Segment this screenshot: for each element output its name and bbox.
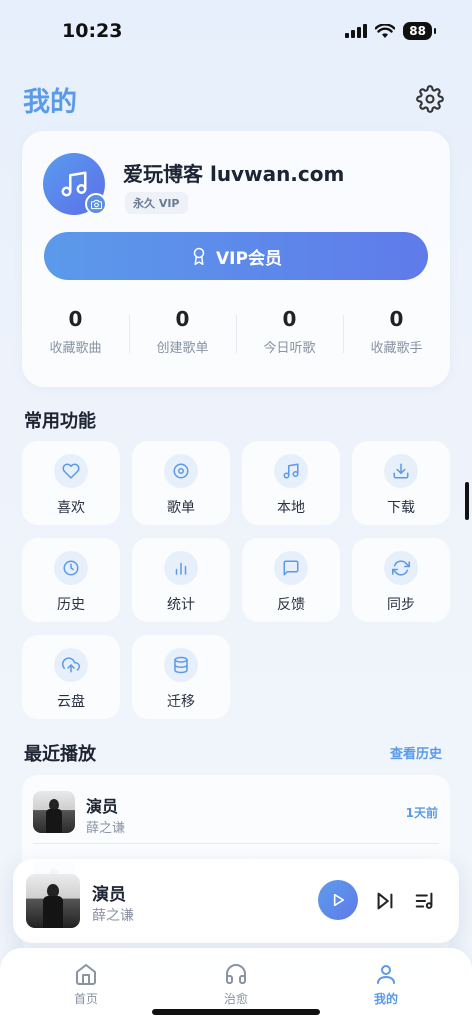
status-time: 10:23 (62, 20, 123, 42)
vip-status-badge: 永久 VIP (125, 192, 188, 214)
user-icon (377, 965, 395, 984)
function-local[interactable]: 本地 (242, 441, 340, 525)
tab-label: 治愈 (223, 992, 248, 1006)
headphones-icon (226, 964, 246, 984)
function-label: 歌单 (167, 500, 195, 516)
award-icon (193, 247, 205, 265)
function-migrate[interactable]: 迁移 (132, 635, 230, 719)
stat-label: 创建歌单 (156, 341, 209, 356)
profile-card: 爱玩博客 luvwan.com 永久 VIP VIP会员 0 收藏歌曲 0 创建… (22, 131, 450, 387)
battery-indicator: 88 (403, 22, 436, 40)
scroll-indicator[interactable] (465, 482, 469, 520)
sync-icon (384, 551, 418, 585)
mini-player[interactable]: 演员 薛之谦 (13, 859, 459, 943)
cloud-upload-icon (54, 648, 88, 682)
music-note-icon (61, 171, 87, 197)
song-title: 演员 (86, 797, 119, 816)
stats-row: 0 收藏歌曲 0 创建歌单 0 今日听歌 0 收藏歌手 (22, 307, 450, 367)
tab-mine[interactable]: 我的 (346, 962, 426, 1007)
functions-section-title: 常用功能 (24, 411, 96, 432)
cellular-signal-icon (345, 24, 368, 38)
function-label: 下载 (387, 500, 415, 516)
stat-label: 收藏歌手 (370, 341, 423, 356)
stat-favorite-artists[interactable]: 0 收藏歌手 (343, 307, 450, 367)
album-cover (33, 791, 75, 833)
username: 爱玩博客 luvwan.com (123, 162, 345, 186)
view-history-link[interactable]: 查看历史 (390, 743, 442, 762)
function-download[interactable]: 下载 (352, 441, 450, 525)
status-icons: 88 (345, 22, 436, 40)
function-label: 历史 (57, 597, 85, 613)
divider (33, 843, 439, 844)
tab-home[interactable]: 首页 (46, 962, 126, 1007)
home-indicator[interactable] (152, 1009, 320, 1015)
function-stats[interactable]: 统计 (132, 538, 230, 622)
page-title: 我的 (23, 87, 77, 118)
message-icon (274, 551, 308, 585)
heart-icon (54, 454, 88, 488)
function-cloud[interactable]: 云盘 (22, 635, 120, 719)
function-feedback[interactable]: 反馈 (242, 538, 340, 622)
database-icon (164, 648, 198, 682)
play-icon (333, 893, 345, 907)
play-button[interactable] (318, 880, 358, 920)
stat-value: 0 (68, 307, 83, 331)
vip-button-label: VIP会员 (216, 248, 282, 269)
download-icon (384, 454, 418, 488)
function-history[interactable]: 历史 (22, 538, 120, 622)
stat-value: 0 (175, 307, 190, 331)
function-label: 迁移 (167, 694, 195, 710)
stat-favorite-songs[interactable]: 0 收藏歌曲 (22, 307, 129, 367)
recent-section-title: 最近播放 (24, 744, 96, 765)
now-playing-artist: 薛之谦 (92, 908, 134, 924)
function-label: 统计 (167, 597, 195, 613)
function-label: 同步 (387, 597, 415, 613)
now-playing-cover (26, 874, 80, 928)
tab-label: 我的 (373, 992, 398, 1006)
function-label: 喜欢 (57, 500, 85, 516)
stat-label: 今日听歌 (263, 341, 316, 356)
function-sync[interactable]: 同步 (352, 538, 450, 622)
bar-chart-icon (164, 551, 198, 585)
stat-today-listening[interactable]: 0 今日听歌 (236, 307, 343, 367)
home-icon (76, 964, 96, 985)
function-like[interactable]: 喜欢 (22, 441, 120, 525)
playlist-queue-icon[interactable] (414, 890, 436, 912)
stat-label: 收藏歌曲 (49, 341, 102, 356)
settings-gear-icon[interactable] (416, 85, 444, 113)
music-note-icon (274, 454, 308, 488)
now-playing-title: 演员 (92, 885, 126, 905)
tab-label: 首页 (73, 992, 98, 1006)
function-label: 本地 (277, 500, 305, 516)
function-label: 云盘 (57, 694, 85, 710)
change-avatar-camera-icon[interactable] (85, 193, 107, 215)
disc-icon (164, 454, 198, 488)
stat-created-playlists[interactable]: 0 创建歌单 (129, 307, 236, 367)
function-playlist[interactable]: 歌单 (132, 441, 230, 525)
skip-next-icon[interactable] (374, 890, 396, 912)
status-bar: 10:23 88 (0, 0, 472, 60)
played-time: 1天前 (405, 806, 438, 820)
vip-membership-button[interactable]: VIP会员 (44, 232, 428, 280)
song-artist: 薛之谦 (86, 821, 126, 836)
function-label: 反馈 (277, 597, 305, 613)
tab-healing[interactable]: 治愈 (196, 962, 276, 1007)
stat-value: 0 (389, 307, 404, 331)
wifi-icon (375, 23, 396, 38)
recent-item[interactable]: 演员 薛之谦 1天前 (22, 775, 450, 845)
clock-icon (54, 551, 88, 585)
stat-value: 0 (282, 307, 297, 331)
